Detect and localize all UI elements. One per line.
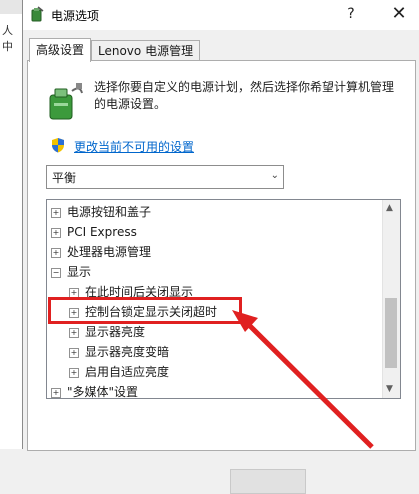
advanced-settings-panel: 选择你要自定义的电源计划，然后选择你希望计算机管理的电源设置。 更改当前不可用的… [27,60,416,494]
window-title: 电源选项 [51,9,100,23]
background-titlebar [0,0,22,14]
tab-advanced-settings[interactable]: 高级设置 [29,38,92,62]
close-button[interactable]: ✕ [384,2,414,26]
scrollbar-thumb[interactable] [385,298,397,368]
power-plan-value: 平衡 [52,171,77,185]
expand-icon[interactable]: + [69,347,79,358]
help-button[interactable]: ? [338,2,364,26]
tree-item-label: 电源按钮和盖子 [67,205,152,219]
background-window: 人中 [0,0,23,449]
collapse-icon[interactable]: − [51,267,61,278]
dialog-button[interactable] [230,469,306,494]
expand-icon[interactable]: + [51,227,61,238]
tree-item-pci-express[interactable]: + PCI Express [51,222,137,242]
expand-icon[interactable]: + [69,327,79,338]
tree-scrollbar[interactable]: ▲ ▼ [382,200,400,398]
tree-item-label: PCI Express [67,225,137,239]
background-text: 人中 [2,24,13,53]
tree-item-display[interactable]: − 显示 [51,262,91,282]
tree-item-label: 启用自适应亮度 [85,365,170,379]
battery-plug-icon [31,6,44,22]
chevron-down-icon: ⌄ [270,170,279,181]
power-plan-icon [49,83,83,120]
scroll-up-arrow-icon[interactable]: ▲ [386,203,393,213]
description-text: 选择你要自定义的电源计划，然后选择你希望计算机管理的电源设置。 [94,80,395,111]
change-settings-link[interactable]: 更改当前不可用的设置 [74,138,194,155]
tree-item-label: 显示 [67,265,92,279]
expand-icon[interactable]: + [51,387,61,398]
tree-item-processor-power[interactable]: + 处理器电源管理 [51,242,151,262]
expand-icon[interactable]: + [51,247,61,258]
tree-item-display-brightness[interactable]: + 显示器亮度 [69,322,145,342]
expand-icon[interactable]: + [69,287,79,298]
tree-item-label: 显示器亮度 [85,325,146,339]
tree-item-power-buttons[interactable]: + 电源按钮和盖子 [51,202,151,222]
title-bar: 电源选项 ? ✕ [23,0,419,30]
highlight-box [48,297,242,324]
tree-item-label: 显示器亮度变暗 [85,345,170,359]
tree-item-adaptive-brightness[interactable]: + 启用自适应亮度 [69,362,169,382]
power-options-dialog: 电源选项 ? ✕ 高级设置 Lenovo 电源管理 选择你要自定义的电源计划，然… [22,0,419,494]
tree-item-dimmed-brightness[interactable]: + 显示器亮度变暗 [69,342,169,362]
tree-item-label: "多媒体"设置 [67,385,139,399]
tree-item-multimedia[interactable]: + "多媒体"设置 [51,382,139,399]
uac-shield-icon [52,138,64,153]
scroll-down-arrow-icon[interactable]: ▼ [386,384,393,394]
expand-icon[interactable]: + [69,367,79,378]
tree-item-label: 处理器电源管理 [67,245,152,259]
power-plan-select[interactable]: 平衡 ⌄ [46,165,284,189]
tab-lenovo-power[interactable]: Lenovo 电源管理 [91,40,201,62]
expand-icon[interactable]: + [51,207,61,218]
